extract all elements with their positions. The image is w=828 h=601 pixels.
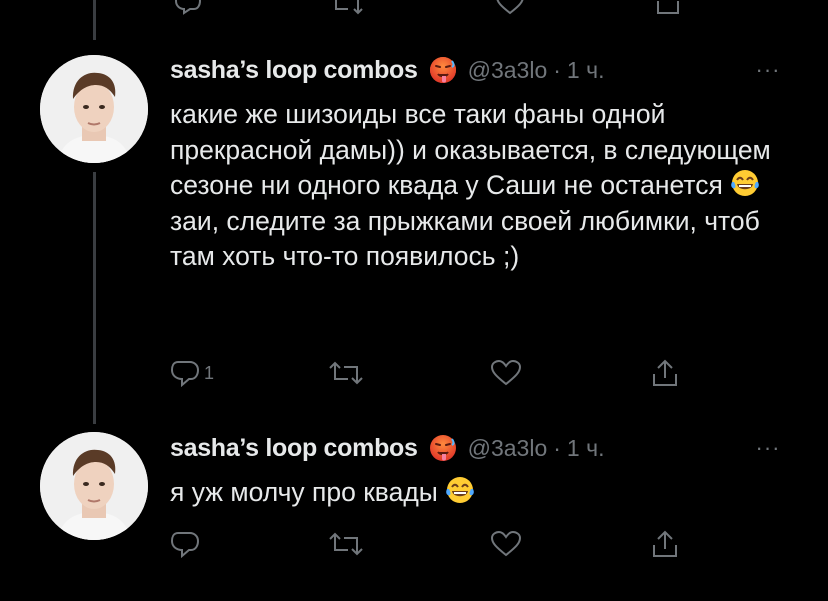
tweet[interactable]: sasha’s loop combos @3a3lo · 1 ч. ··· я … [0,428,828,601]
reply-button[interactable] [170,527,204,561]
timestamp[interactable]: 1 ч. [567,435,605,462]
tweet-text-part: заи, следите за прыжками своей любимки, … [170,205,760,272]
share-icon[interactable] [654,0,682,20]
author-handle[interactable]: @3a3lo [468,57,548,84]
share-button[interactable] [650,356,680,390]
tweet-header: sasha’s loop combos @3a3lo · 1 ч. [170,430,604,466]
retweet-icon [328,359,364,387]
tweet-text-part: какие же шизоиды все таки фаны одной пре… [170,99,771,200]
heart-icon [490,530,522,558]
tweet-actions [170,527,710,561]
author-name[interactable]: sasha’s loop combos [170,56,418,85]
timestamp[interactable]: 1 ч. [567,57,605,84]
tweet-text: какие же шизоиды все таки фаны одной пре… [170,97,800,275]
hot-face-icon [428,55,458,85]
author-name[interactable]: sasha’s loop combos [170,434,418,463]
share-icon [650,358,680,388]
thread-connector-line [93,0,96,40]
retweet-icon[interactable] [330,0,364,20]
previous-tweet-actions [170,0,710,15]
tweet-text: я уж молчу про квады [170,475,800,511]
tweet-header: sasha’s loop combos @3a3lo · 1 ч. [170,52,604,88]
avatar[interactable] [40,432,148,540]
tweet[interactable]: sasha’s loop combos @3a3lo · 1 ч. ··· ка… [0,50,828,400]
retweet-button[interactable] [328,527,364,561]
heart-icon [490,359,522,387]
retweet-button[interactable] [328,356,364,390]
separator-dot: · [553,434,561,461]
like-button[interactable] [490,356,522,390]
hot-face-icon [428,433,458,463]
more-options-icon[interactable]: ··· [748,430,788,466]
like-button[interactable] [490,527,522,561]
avatar[interactable] [40,55,148,163]
reply-icon[interactable] [174,0,202,20]
author-handle[interactable]: @3a3lo [468,435,548,462]
tweet-text-part: я уж молчу про квады [170,477,446,507]
separator-dot: · [553,56,561,83]
reply-button[interactable]: 1 [170,356,214,390]
retweet-icon [328,530,364,558]
share-icon [650,529,680,559]
face-with-tears-of-joy-icon [730,168,760,198]
like-icon[interactable] [495,0,525,20]
face-with-tears-of-joy-icon [445,475,475,505]
share-button[interactable] [650,527,680,561]
reply-count: 1 [204,362,215,383]
reply-icon [170,359,200,387]
more-options-icon[interactable]: ··· [748,52,788,88]
tweet-actions: 1 [170,356,710,390]
reply-icon [170,530,200,558]
